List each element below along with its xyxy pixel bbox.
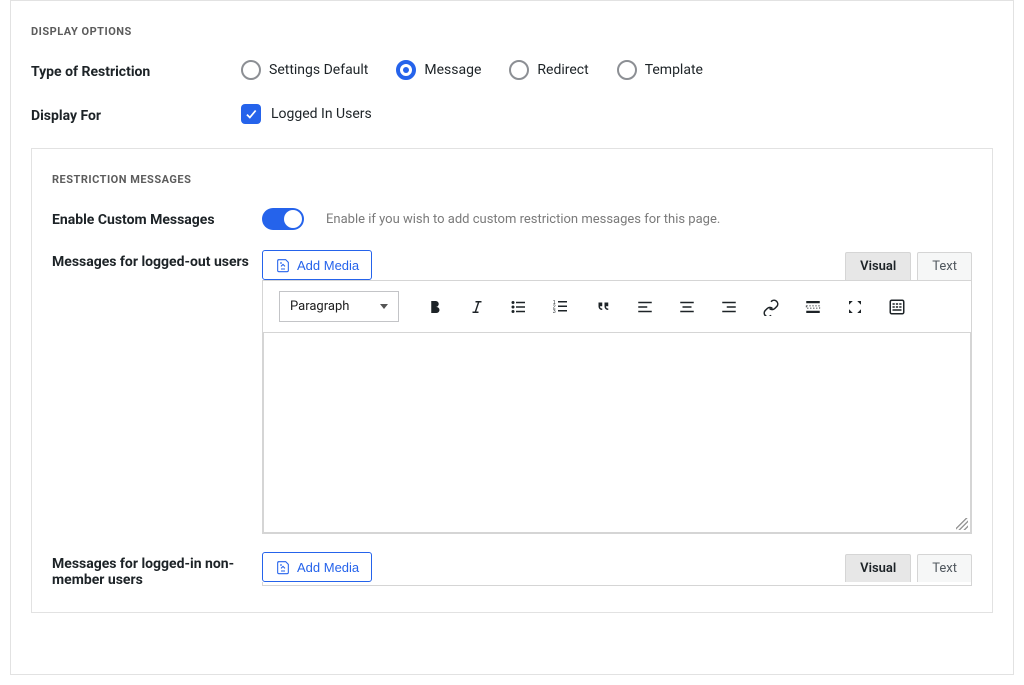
radio-circle-icon [241,60,261,80]
editor-body: Paragraph 123 [262,280,972,534]
editor-tabs: Visual Text [845,252,972,280]
panel-restriction-messages: RESTRICTION MESSAGES Enable Custom Messa… [31,148,993,613]
editor-header: Add Media Visual Text [262,552,972,582]
label-editor-logged-in-nonmember: Messages for logged-in non-member users [52,552,262,588]
editor-row-logged-out: Messages for logged-out users Add Media … [32,246,992,548]
add-media-button[interactable]: Add Media [262,250,372,280]
resize-handle-icon[interactable] [956,518,968,530]
svg-text:3: 3 [553,309,556,315]
toolbar-icons: 123 [425,297,907,317]
radio-label: Settings Default [269,62,368,78]
radio-circle-icon [509,60,529,80]
link-button[interactable] [761,297,781,317]
align-right-button[interactable] [719,297,739,317]
radio-circle-icon [617,60,637,80]
toggle-enable-custom[interactable] [262,208,304,230]
section-header-restriction-messages: RESTRICTION MESSAGES [32,149,992,200]
label-display-for: Display For [31,104,241,124]
editor-area-2: Add Media Visual Text [262,552,972,586]
row-display-for: Display For Logged In Users [11,96,1013,140]
fullscreen-button[interactable] [845,297,865,317]
paragraph-select-label: Paragraph [290,299,349,314]
radio-label: Redirect [537,62,588,78]
align-center-button[interactable] [677,297,697,317]
paragraph-select[interactable]: Paragraph [279,291,399,322]
enable-custom-content: Enable if you wish to add custom restric… [262,208,972,230]
radio-label: Template [645,62,703,78]
row-type-of-restriction: Type of Restriction Settings Default Mes… [11,52,1013,96]
bulleted-list-button[interactable] [509,297,529,317]
settings-container: DISPLAY OPTIONS Type of Restriction Sett… [10,0,1014,675]
add-media-label: Add Media [297,258,359,273]
align-left-button[interactable] [635,297,655,317]
editor-tabs: Visual Text [845,554,972,582]
radio-circle-icon [396,60,416,80]
help-text-enable-custom: Enable if you wish to add custom restric… [326,212,720,227]
media-icon [275,559,291,575]
checkmark-icon [241,104,261,124]
label-type-of-restriction: Type of Restriction [31,60,241,80]
editor-content-area[interactable] [263,333,971,533]
editor-body [262,582,972,586]
section-header-display-options: DISPLAY OPTIONS [11,1,1013,52]
editor-header: Add Media Visual Text [262,250,972,280]
radio-settings-default[interactable]: Settings Default [241,60,368,80]
bold-button[interactable] [425,297,445,317]
tab-text[interactable]: Text [917,252,972,280]
display-for-content: Logged In Users [241,104,993,124]
checkbox-logged-in-users[interactable]: Logged In Users [241,104,372,124]
media-icon [275,257,291,273]
checkbox-label: Logged In Users [271,106,372,122]
label-enable-custom: Enable Custom Messages [52,208,262,228]
radio-label: Message [424,62,481,78]
add-media-button[interactable]: Add Media [262,552,372,582]
editor-toolbar: Paragraph 123 [263,281,971,333]
radio-template[interactable]: Template [617,60,703,80]
editor-area-1: Add Media Visual Text Paragraph [262,250,972,534]
toolbar-toggle-button[interactable] [887,297,907,317]
radio-message[interactable]: Message [396,60,481,80]
read-more-button[interactable] [803,297,823,317]
tab-text[interactable]: Text [917,554,972,582]
editor-row-logged-in-nonmember: Messages for logged-in non-member users … [32,548,992,602]
radio-group-type: Settings Default Message Redirect Templa… [241,60,993,80]
numbered-list-button[interactable]: 123 [551,297,571,317]
tab-visual[interactable]: Visual [845,252,911,280]
radio-redirect[interactable]: Redirect [509,60,588,80]
row-enable-custom: Enable Custom Messages Enable if you wis… [32,200,992,246]
chevron-down-icon [380,304,388,309]
tab-visual[interactable]: Visual [845,554,911,582]
italic-button[interactable] [467,297,487,317]
blockquote-button[interactable] [593,297,613,317]
label-editor-logged-out: Messages for logged-out users [52,250,262,270]
add-media-label: Add Media [297,560,359,575]
